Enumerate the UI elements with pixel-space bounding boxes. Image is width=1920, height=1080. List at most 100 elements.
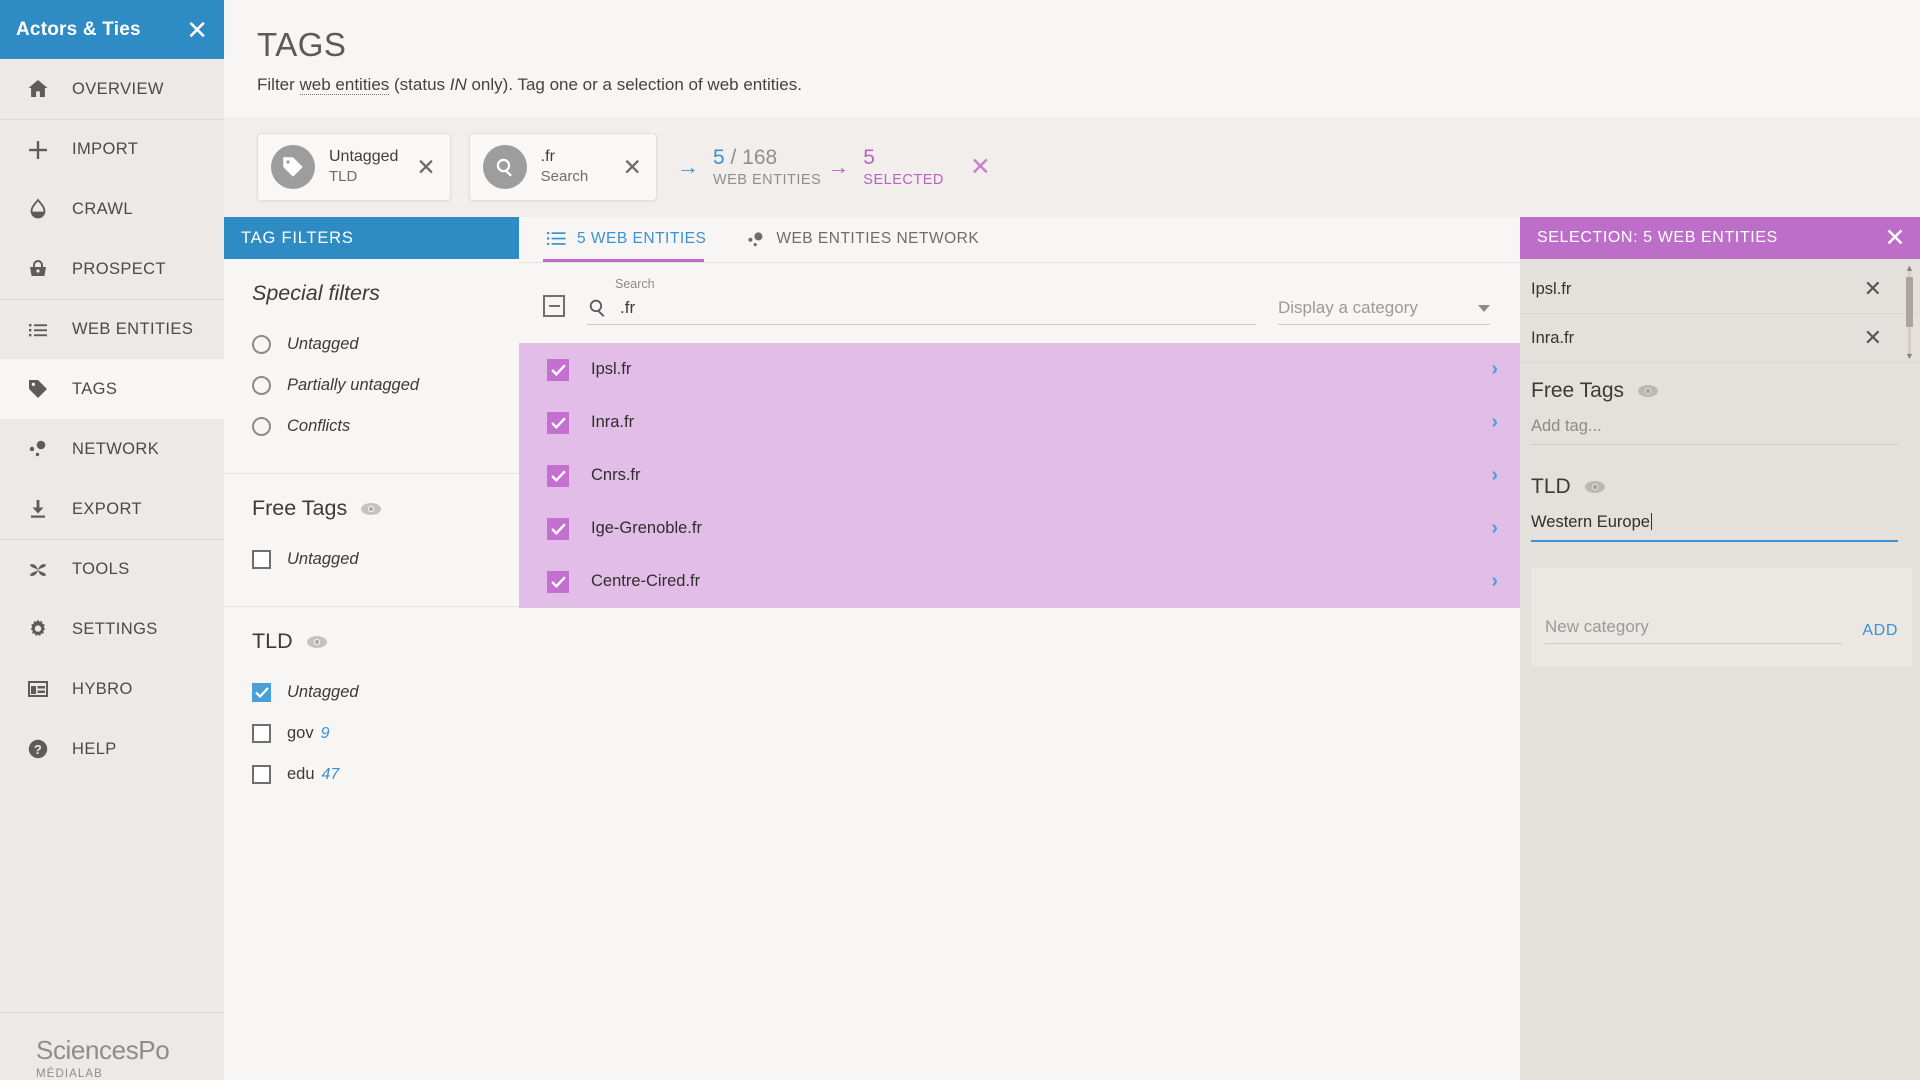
scrollbar[interactable]: ▲ ▼ [1905,263,1914,361]
radio-conflicts[interactable]: Conflicts [252,406,519,447]
checkbox-icon [252,550,271,569]
chip-value: Untagged [329,148,399,166]
selection-panel: SELECTION: 5 WEB ENTITIES ✕ Ipsl.fr ✕ In… [1520,217,1920,1080]
sidebar-item-label: WEB ENTITIES [72,320,194,338]
checkbox-tld-untagged[interactable]: Untagged [252,672,519,713]
filter-chip-search[interactable]: .fr Search ✕ [468,133,657,201]
sidebar-item-overview[interactable]: OVERVIEW [0,59,224,119]
table-row[interactable]: Ipsl.fr › [519,343,1520,396]
subtitle-b: (status [389,75,450,94]
row-checkbox[interactable] [547,464,569,487]
tld-section: TLD Untagged gov 9 edu 47 [224,607,519,821]
checkbox-free-tags-untagged[interactable]: Untagged [252,539,519,580]
checkbox-tld-edu[interactable]: edu 47 [252,754,519,795]
tld-tag-input[interactable]: Western Europe [1531,513,1898,542]
app-root: Actors & Ties ✕ OVERVIEW IMPORT CRAWL PR… [0,0,1920,1080]
eye-icon[interactable] [1637,384,1659,398]
sidebar-item-crawl[interactable]: CRAWL [0,179,224,239]
tab-web-entities[interactable]: 5 WEB ENTITIES [543,216,720,262]
selection-free-tags-title: Free Tags [1531,379,1624,402]
chip-value: .fr [540,148,555,166]
svg-text:?: ? [34,742,42,757]
checkbox-label: edu [287,765,315,783]
sidebar-nav: OVERVIEW IMPORT CRAWL PROSPECT WEB ENTIT… [0,59,224,1012]
stat-sep: / [730,146,737,169]
page-title: TAGS [257,26,347,63]
filter-chip-text: .fr Search [541,147,605,187]
minus-box-icon[interactable] [543,295,565,317]
sidebar-item-hybro[interactable]: HYBRO [0,659,224,719]
table-row[interactable]: Cnrs.fr › [519,449,1520,502]
search-input[interactable]: .fr [620,298,635,318]
clear-selection-icon[interactable]: ✕ [970,152,991,182]
row-checkbox[interactable] [547,411,569,434]
row-checkbox[interactable] [547,570,569,593]
eye-icon[interactable] [1584,480,1606,494]
selected-label: SELECTED [863,172,944,188]
category-select[interactable]: Display a category [1278,298,1490,325]
sidebar-item-network[interactable]: NETWORK [0,419,224,479]
chevron-right-icon[interactable]: › [1491,464,1498,487]
checkbox-icon [252,765,271,784]
checkbox-tld-gov[interactable]: gov 9 [252,713,519,754]
add-category-button[interactable]: ADD [1862,622,1898,644]
sidebar-item-tools[interactable]: TOOLS [0,539,224,599]
entity-name: Ige-Grenoble.fr [591,519,702,537]
question-icon: ? [26,737,72,761]
remove-icon[interactable]: ✕ [1864,325,1882,351]
chevron-right-icon[interactable]: › [1491,358,1498,381]
radio-untagged[interactable]: Untagged [252,324,519,365]
chevron-right-icon[interactable]: › [1491,411,1498,434]
page-header: TAGS Filter web entities (status IN only… [224,0,1920,117]
sidebar-item-export[interactable]: EXPORT [0,479,224,539]
search-field[interactable]: Search .fr [587,277,1256,325]
new-category-box: New category ADD [1531,568,1912,666]
radio-partially-untagged[interactable]: Partially untagged [252,365,519,406]
scrollbar-thumb[interactable] [1906,277,1913,327]
remove-icon[interactable]: ✕ [1864,276,1882,302]
table-row[interactable]: Inra.fr › [519,396,1520,449]
table-row[interactable]: Centre-Cired.fr › [519,555,1520,608]
remove-filter-icon[interactable]: ✕ [623,154,642,181]
radio-label: Conflicts [287,417,351,435]
list-icon [26,318,72,342]
sidebar: Actors & Ties ✕ OVERVIEW IMPORT CRAWL PR… [0,0,224,1080]
tag-filters-body: Special filters Untagged Partially untag… [224,259,519,821]
sidebar-item-web-entities[interactable]: WEB ENTITIES [0,299,224,359]
sidebar-item-help[interactable]: ? HELP [0,719,224,779]
sidebar-item-tags[interactable]: TAGS [0,359,224,419]
subtitle-a: Filter [257,75,300,94]
eye-icon[interactable] [360,502,382,516]
eye-icon[interactable] [306,635,328,649]
list-item[interactable]: Ipsl.fr ✕ [1520,265,1920,314]
row-checkbox[interactable] [547,517,569,540]
sidebar-item-import[interactable]: IMPORT [0,119,224,179]
gear-icon [26,617,72,641]
table-row[interactable]: Ige-Grenoble.fr › [519,502,1520,555]
tab-web-entities-network[interactable]: WEB ENTITIES NETWORK [742,216,993,262]
sidebar-item-prospect[interactable]: PROSPECT [0,239,224,299]
row-checkbox[interactable] [547,358,569,381]
close-icon[interactable]: ✕ [1884,223,1906,253]
sidebar-item-settings[interactable]: SETTINGS [0,599,224,659]
radio-label: Untagged [287,335,359,353]
scroll-down-icon[interactable]: ▼ [1905,351,1914,361]
remove-filter-icon[interactable]: ✕ [416,154,435,181]
search-bar: Search .fr Display a category [519,263,1520,325]
chevron-right-icon[interactable]: › [1491,517,1498,540]
new-category-input[interactable]: New category [1545,617,1843,644]
close-icon[interactable]: ✕ [186,17,208,43]
search-label: Search [615,277,655,291]
checkbox-count: 9 [320,724,330,742]
filter-chip-tld[interactable]: Untagged TLD ✕ [257,133,451,201]
entity-name: Cnrs.fr [591,466,641,484]
list-item[interactable]: Inra.fr ✕ [1520,314,1920,363]
sidebar-item-label: EXPORT [72,499,142,518]
chevron-right-icon[interactable]: › [1491,570,1498,593]
checkbox-label: Untagged [287,550,359,568]
free-tags-title: Free Tags [252,496,348,520]
add-tag-input[interactable]: Add tag... [1531,417,1898,445]
active-filters-bar: Untagged TLD ✕ .fr Search ✕ → 5 / 168 WE… [224,117,1920,217]
scroll-up-icon[interactable]: ▲ [1905,263,1914,273]
web-entities-link[interactable]: web entities [299,75,390,95]
